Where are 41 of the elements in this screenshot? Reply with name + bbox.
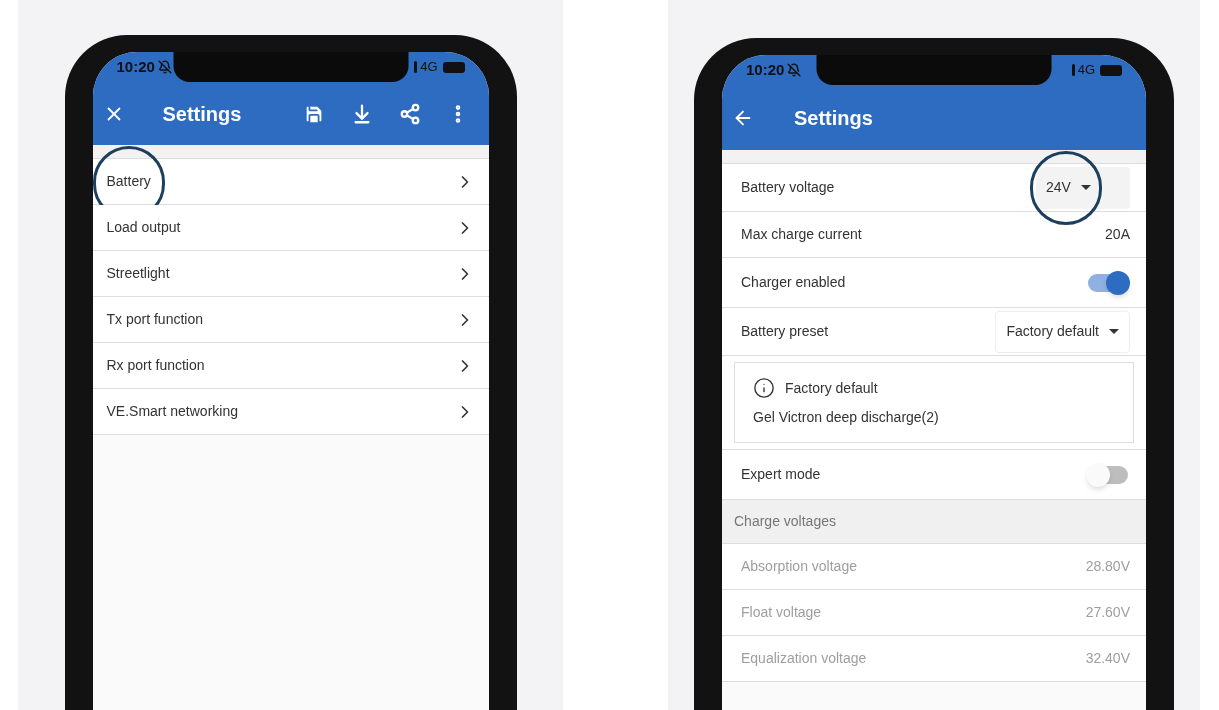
setting-value: 20A (1105, 225, 1130, 244)
bell-off-icon (157, 60, 172, 74)
info-text: Gel Victron deep discharge(2) (753, 408, 940, 427)
setting-label: Charger enabled (741, 273, 846, 292)
battery-icon (442, 61, 465, 73)
info-icon (753, 377, 775, 399)
alert-icon (1071, 64, 1075, 76)
screen-title: Settings (794, 105, 873, 131)
network-label: 4G (420, 58, 438, 77)
setting-value: 32.40V (1085, 649, 1130, 668)
info-title: Factory default (785, 378, 878, 398)
toggle-switch[interactable] (1088, 273, 1128, 292)
screen-title: Settings (162, 101, 242, 127)
menu-item[interactable]: Tx port function (92, 297, 489, 343)
menu-item[interactable]: Battery (92, 159, 489, 205)
network-label: 4G (1077, 61, 1095, 80)
section-header: Charge voltages (722, 500, 1146, 544)
share-icon[interactable] (398, 102, 421, 125)
menu-item[interactable]: Rx port function (92, 343, 489, 389)
setting-value: 28.80V (1085, 557, 1130, 576)
alert-icon (414, 61, 418, 73)
setting-label: Absorption voltage (741, 557, 857, 576)
setting-label: Max charge current (741, 225, 862, 244)
setting-label: Battery voltage (741, 178, 835, 197)
menu-item[interactable]: Load output (92, 205, 489, 251)
status-time: 10:20 (116, 56, 155, 77)
setting-label: Expert mode (741, 465, 821, 484)
setting-label: Battery preset (741, 322, 829, 341)
battery-icon (1100, 64, 1122, 76)
bell-off-icon (787, 63, 802, 77)
toggle-switch[interactable] (1088, 465, 1128, 484)
setting-label: Equalization voltage (741, 649, 867, 668)
menu-item[interactable]: VE.Smart networking (92, 389, 489, 435)
dropdown[interactable]: 24V (1036, 166, 1130, 209)
dropdown[interactable]: Factory default (995, 310, 1130, 353)
setting-value: 27.60V (1085, 603, 1130, 622)
caret-icon (1080, 185, 1091, 190)
menu-item[interactable]: Streetlight (92, 251, 489, 297)
setting-label: Float voltage (741, 603, 822, 622)
caret-icon (1109, 329, 1119, 334)
status-time: 10:20 (746, 59, 785, 80)
